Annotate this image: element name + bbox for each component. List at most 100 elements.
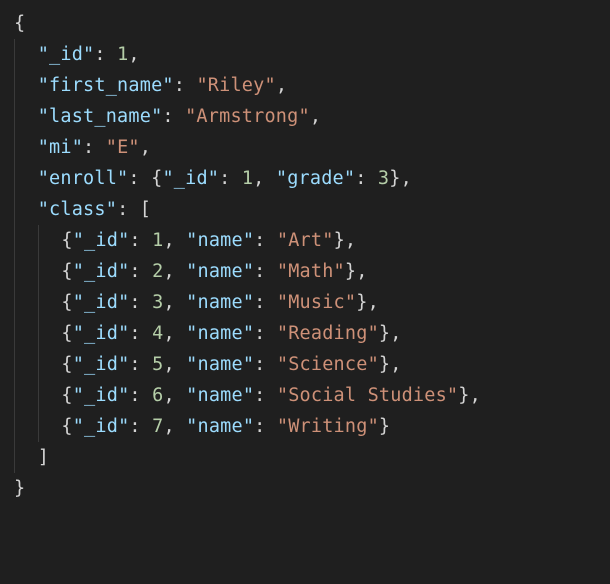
tok-brace: {	[151, 168, 162, 189]
tok-punc: :	[254, 230, 277, 251]
indent-space	[39, 318, 62, 349]
tok-key: "_id"	[73, 292, 130, 313]
tok-string: "Art"	[277, 230, 334, 251]
tok-key: "_id"	[73, 385, 130, 406]
tok-punc: ,	[401, 168, 412, 189]
tok-string: "Riley"	[196, 75, 275, 96]
tok-punc: :	[254, 385, 277, 406]
tok-key: "name"	[186, 292, 254, 313]
indent-space	[15, 287, 38, 318]
tok-punc: ,	[163, 385, 186, 406]
tok-number: 6	[152, 385, 163, 406]
tok-punc: :	[254, 323, 277, 344]
tok-brace: }	[389, 168, 400, 189]
indent-space	[39, 256, 62, 287]
tok-punc: ,	[356, 261, 367, 282]
tok-key: "_id"	[73, 230, 130, 251]
tok-punc: ,	[163, 354, 186, 375]
tok-string: "Math"	[277, 261, 345, 282]
tok-brace: }	[379, 323, 390, 344]
tok-key: "_id"	[73, 323, 130, 344]
tok-punc: :	[129, 292, 152, 313]
tok-brace: {	[61, 292, 72, 313]
tok-punc: ,	[163, 416, 186, 437]
tok-punc: :	[117, 199, 140, 220]
tok-brace: {	[61, 323, 72, 344]
tok-number: 1	[152, 230, 163, 251]
tok-string: "E"	[106, 137, 140, 158]
tok-key: "enroll"	[38, 168, 129, 189]
tok-punc: ,	[390, 354, 401, 375]
tok-punc: :	[129, 354, 152, 375]
code-line: }	[14, 478, 25, 499]
indent-space	[39, 380, 62, 411]
code-line: "first_name": "Riley",	[14, 75, 287, 96]
tok-punc: :	[94, 44, 117, 65]
tok-number: 1	[117, 44, 128, 65]
tok-key: "name"	[186, 230, 254, 251]
tok-number: 4	[152, 323, 163, 344]
indent-space	[15, 70, 38, 101]
code-line: {"_id": 1, "name": "Art"},	[14, 230, 356, 251]
tok-key: "_id"	[73, 354, 130, 375]
tok-punc: ,	[345, 230, 356, 251]
tok-number: 3	[152, 292, 163, 313]
tok-punc: :	[162, 106, 185, 127]
indent-space	[39, 287, 62, 318]
json-code-block: { "_id": 1, "first_name": "Riley", "last…	[0, 0, 610, 504]
tok-string: "Social Studies"	[277, 385, 458, 406]
tok-key: "_id"	[73, 416, 130, 437]
tok-punc: ,	[470, 385, 481, 406]
tok-punc: ,	[128, 44, 139, 65]
indent-space	[39, 411, 62, 442]
tok-punc: ,	[140, 137, 151, 158]
tok-punc: :	[129, 385, 152, 406]
code-line: {"_id": 4, "name": "Reading"},	[14, 323, 402, 344]
tok-punc: ,	[368, 292, 379, 313]
tok-punc: :	[128, 168, 151, 189]
tok-punc: ,	[276, 75, 287, 96]
indent-space	[15, 132, 38, 163]
tok-punc: :	[174, 75, 197, 96]
indent-space	[15, 256, 38, 287]
code-line: {"_id": 5, "name": "Science"},	[14, 354, 402, 375]
tok-punc: ,	[310, 106, 321, 127]
code-line: {"_id": 7, "name": "Writing"}	[14, 416, 390, 437]
indent-space	[15, 101, 38, 132]
tok-brace: }	[356, 292, 367, 313]
tok-key: "name"	[186, 323, 254, 344]
code-line: "last_name": "Armstrong",	[14, 106, 321, 127]
tok-punc: :	[254, 261, 277, 282]
tok-punc: ,	[163, 230, 186, 251]
tok-key: "class"	[38, 199, 117, 220]
tok-number: 5	[152, 354, 163, 375]
tok-key: "_id"	[162, 168, 219, 189]
tok-punc: ,	[163, 261, 186, 282]
indent-space	[15, 349, 38, 380]
tok-punc: :	[129, 230, 152, 251]
tok-brace: {	[14, 13, 25, 34]
tok-brace: }	[379, 354, 390, 375]
indent-space	[39, 225, 62, 256]
tok-key: "_id"	[73, 261, 130, 282]
code-line: {"_id": 3, "name": "Music"},	[14, 292, 379, 313]
code-line: "_id": 1,	[14, 44, 140, 65]
tok-brace: {	[61, 230, 72, 251]
tok-key: "grade"	[276, 168, 355, 189]
code-line: {	[14, 13, 25, 34]
tok-number: 3	[378, 168, 389, 189]
tok-string: "Science"	[277, 354, 379, 375]
indent-space	[15, 225, 38, 256]
tok-brace: {	[61, 354, 72, 375]
indent-space	[15, 194, 38, 225]
tok-brace: }	[14, 478, 25, 499]
tok-key: "name"	[186, 416, 254, 437]
tok-key: "name"	[186, 354, 254, 375]
tok-punc: :	[355, 168, 378, 189]
indent-space	[15, 163, 38, 194]
tok-punc: :	[129, 416, 152, 437]
indent-space	[15, 442, 38, 473]
tok-punc: :	[129, 261, 152, 282]
tok-string: "Armstrong"	[185, 106, 310, 127]
code-line: {"_id": 6, "name": "Social Studies"},	[14, 385, 481, 406]
